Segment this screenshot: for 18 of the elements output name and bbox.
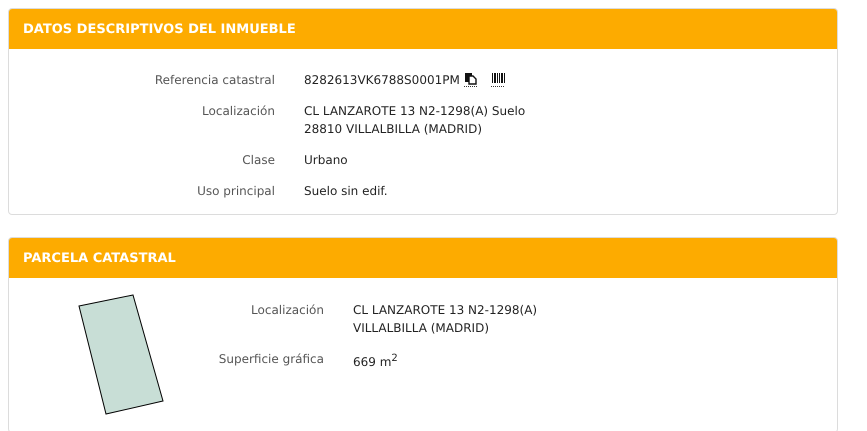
field-value: Urbano [304,152,348,169]
field-value: 669 m$^{2}$ [353,352,398,371]
field-value: CL LANZAROTE 13 N2-1298(A) [353,302,538,319]
field-value: 8282613VK6788S0001PM [304,72,460,89]
copy-icon[interactable] [464,72,477,87]
section-title: DATOS DESCRIPTIVOS DEL INMUEBLE [23,22,296,36]
field-label: Superficie gráfica [218,351,324,368]
field-value: VILLALBILLA (MADRID) [353,320,490,337]
section-title: PARCELA CATASTRAL [23,250,176,266]
field-value: Suelo sin edif. [304,183,388,200]
field-label: Clase [241,152,275,169]
field-value: 28810 VILLALBILLA (MADRID) [304,121,484,138]
barcode-icon[interactable] [490,72,505,87]
field-value: CL LANZAROTE 13 N2-1298(A) Suelo [304,103,526,120]
field-label: Uso principal [196,183,275,200]
field-label: Referencia catastral [154,72,275,89]
field-label: Localización [250,302,324,319]
field-label: Localización [201,103,275,120]
